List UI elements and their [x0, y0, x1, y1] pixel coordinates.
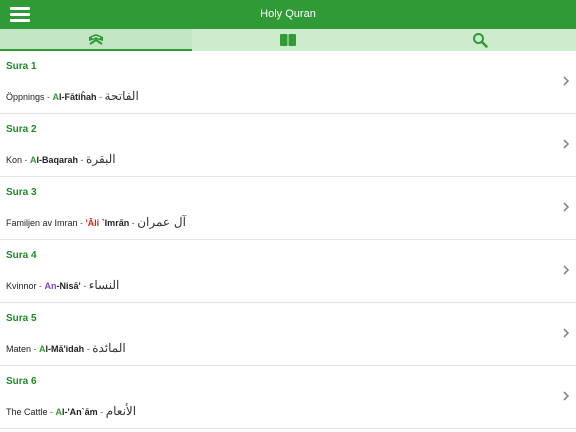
list-item[interactable]: Sura 3 Familjen av Imran - 'Āli `Imrān -…: [0, 177, 576, 240]
sura-names: Kvinnor - An-Nisā' - النساء: [6, 278, 120, 292]
tab-reading[interactable]: [192, 29, 384, 51]
chevron-right-icon: [563, 202, 570, 212]
sura-names: Öppnings - Al-Fātiĥah - الفاتحة: [6, 89, 139, 103]
sura-arabic: آل عمران: [137, 215, 186, 229]
hamburger-icon: [10, 7, 30, 10]
sura-transliteration: `Imrān: [99, 218, 130, 228]
sura-label: Sura 6: [6, 376, 37, 387]
tab-bar: [0, 29, 576, 51]
open-book-icon: [280, 34, 296, 46]
sura-label: Sura 3: [6, 187, 37, 198]
list-item[interactable]: Sura 4 Kvinnor - An-Nisā' - النساء: [0, 240, 576, 303]
sura-meaning: Kvinnor: [6, 281, 37, 291]
sura-transliteration: -Nisā': [56, 281, 81, 291]
app-title: Holy Quran: [260, 8, 316, 20]
sura-transliteration: l-Fātiĥah: [59, 92, 97, 102]
sura-meaning: Familjen av Imran: [6, 218, 78, 228]
sura-arabic: الأنعام: [105, 404, 137, 418]
sura-label: Sura 2: [6, 124, 37, 135]
chevron-right-icon: [563, 391, 570, 401]
tab-quran[interactable]: [0, 29, 192, 51]
sura-label: Sura 1: [6, 61, 37, 72]
sura-arabic: النساء: [88, 278, 120, 292]
sura-meaning: Öppnings: [6, 92, 45, 102]
menu-button[interactable]: [10, 6, 32, 23]
list-item[interactable]: Sura 1 Öppnings - Al-Fātiĥah - الفاتحة: [0, 51, 576, 114]
sura-label: Sura 4: [6, 250, 37, 261]
sura-transliteration: l-'An`ām: [62, 407, 98, 417]
sura-meaning: The Cattle: [6, 407, 48, 417]
sura-arabic: المائدة: [92, 341, 126, 355]
sura-transliteration-prefix: An: [44, 281, 57, 291]
hamburger-icon-line: [10, 13, 30, 16]
sura-names: The Cattle - Al-'An`ām - الأنعام: [6, 404, 137, 418]
hamburger-icon-line: [10, 19, 30, 22]
tab-search[interactable]: [384, 29, 576, 51]
chevron-right-icon: [563, 76, 570, 86]
sura-transliteration: l-Mā'idah: [45, 344, 85, 354]
top-app-bar: Holy Quran: [0, 0, 576, 29]
search-icon: [473, 33, 488, 48]
sura-meaning: Kon: [6, 155, 23, 165]
sura-names: Maten - Al-Mā'idah - المائدة: [6, 341, 126, 355]
list-item[interactable]: Sura 6 The Cattle - Al-'An`ām - الأنعام: [0, 366, 576, 429]
chevron-right-icon: [563, 328, 570, 338]
chevron-right-icon: [563, 265, 570, 275]
quran-book-stand-icon: [89, 34, 103, 45]
sura-transliteration: l-Baqarah: [36, 155, 79, 165]
sura-transliteration-prefix: 'Āli: [85, 218, 100, 228]
list-item[interactable]: Sura 2 Kon - Al-Baqarah - البقرة: [0, 114, 576, 177]
sura-names: Familjen av Imran - 'Āli `Imrān - آل عمر…: [6, 215, 186, 229]
sura-meaning: Maten: [6, 344, 32, 354]
sura-arabic: الفاتحة: [104, 89, 139, 103]
sura-arabic: البقرة: [86, 152, 116, 166]
sura-label: Sura 5: [6, 313, 37, 324]
chevron-right-icon: [563, 139, 570, 149]
sura-names: Kon - Al-Baqarah - البقرة: [6, 152, 116, 166]
list-item[interactable]: Sura 5 Maten - Al-Mā'idah - المائدة: [0, 303, 576, 366]
sura-list: Sura 1 Öppnings - Al-Fātiĥah - الفاتحة S…: [0, 51, 576, 432]
